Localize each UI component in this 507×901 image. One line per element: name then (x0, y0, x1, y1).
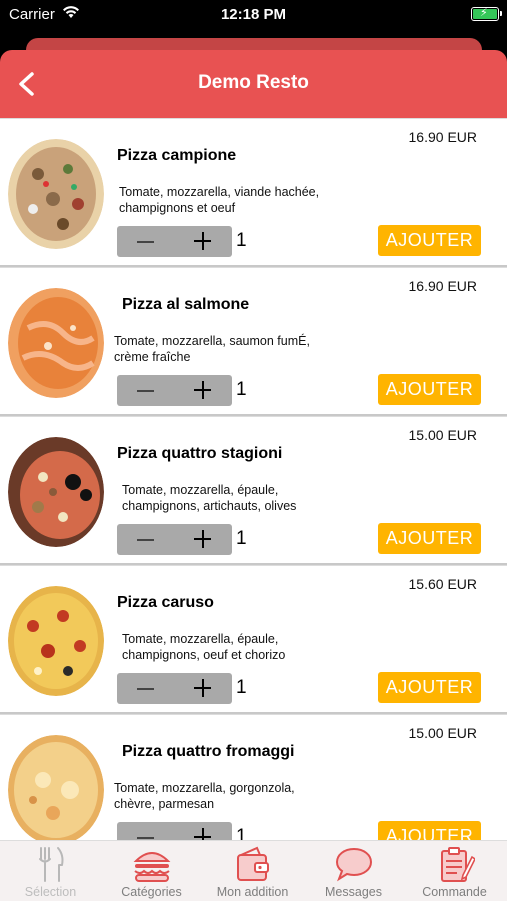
decrement-button[interactable] (117, 226, 174, 257)
increment-button[interactable] (175, 226, 232, 257)
list-item: Pizza quattro fromaggi Tomate, mozzarell… (0, 714, 507, 840)
quantity-stepper (117, 524, 232, 555)
tab-messages[interactable]: Messages (303, 841, 404, 901)
item-description: Tomate, mozzarella, épaule, champignons,… (122, 483, 297, 513)
quantity-stepper (117, 226, 232, 257)
quantity-value: 1 (236, 379, 247, 400)
product-list[interactable]: Pizza campione Tomate, mozzarella, viand… (0, 118, 507, 840)
increment-button[interactable] (175, 822, 232, 840)
add-button[interactable]: AJOUTER (378, 225, 481, 256)
tab-label: Commande (422, 885, 487, 899)
item-description: Tomate, mozzarella, épaule, champignons,… (122, 632, 286, 662)
chat-bubble-icon (334, 845, 374, 883)
pizza-image (8, 139, 104, 249)
burger-icon (132, 845, 172, 883)
decrement-button[interactable] (117, 524, 174, 555)
tab-categories[interactable]: Catégories (101, 841, 202, 901)
pizza-image (8, 735, 104, 840)
decrement-button[interactable] (117, 375, 174, 406)
item-name: Pizza caruso (117, 594, 214, 611)
tab-label: Messages (325, 885, 382, 899)
nav-header: Demo Resto (0, 50, 507, 118)
tab-label: Catégories (121, 885, 182, 899)
wallet-icon (233, 845, 273, 883)
item-price: 15.00 EUR (408, 725, 477, 741)
item-price: 16.90 EUR (408, 129, 477, 145)
item-name: Pizza campione (117, 147, 237, 164)
pizza-image (8, 288, 104, 398)
tab-mon-addition[interactable]: Mon addition (202, 841, 303, 901)
quantity-value: 1 (236, 528, 247, 549)
item-description: Tomate, mozzarella, gorgonzola, chèvre, … (114, 781, 295, 811)
increment-button[interactable] (175, 673, 232, 704)
list-item: Pizza caruso Tomate, mozzarella, épaule,… (0, 565, 507, 714)
quantity-value: 1 (236, 826, 247, 840)
item-price: 15.60 EUR (408, 576, 477, 592)
tab-bar: Sélection Catégories Mon addition Messag… (0, 840, 507, 901)
add-button[interactable]: AJOUTER (378, 821, 481, 840)
add-button[interactable]: AJOUTER (378, 374, 481, 405)
item-description: Tomate, mozzarella, saumon fumÉ, crème f… (114, 334, 310, 364)
add-button[interactable]: AJOUTER (378, 523, 481, 554)
page-title: Demo Resto (198, 72, 309, 93)
battery-icon: ⚡ (471, 7, 502, 21)
item-price: 15.00 EUR (408, 427, 477, 443)
item-name: Pizza quattro fromaggi (122, 743, 295, 760)
increment-button[interactable] (175, 524, 232, 555)
clock: 12:18 PM (220, 6, 287, 23)
tab-label: Mon addition (216, 885, 289, 899)
quantity-value: 1 (236, 677, 247, 698)
status-bar: Carrier 12:18 PM ⚡ (0, 0, 507, 30)
item-price: 16.90 EUR (408, 278, 477, 294)
add-button[interactable]: AJOUTER (378, 672, 481, 703)
list-item: Pizza al salmone Tomate, mozzarella, sau… (0, 267, 507, 416)
quantity-stepper (117, 673, 232, 704)
clipboard-icon (435, 845, 476, 883)
pizza-image (8, 437, 104, 547)
quantity-value: 1 (236, 230, 247, 251)
tab-label: Sélection (24, 885, 77, 899)
list-item: Pizza campione Tomate, mozzarella, viand… (0, 118, 507, 267)
tab-commande[interactable]: Commande (404, 841, 505, 901)
increment-button[interactable] (175, 375, 232, 406)
quantity-stepper (117, 822, 232, 840)
decrement-button[interactable] (117, 822, 174, 840)
pizza-image (8, 586, 104, 696)
fork-knife-icon (31, 845, 71, 883)
quantity-stepper (117, 375, 232, 406)
item-name: Pizza al salmone (122, 296, 250, 313)
list-item: Pizza quattro stagioni Tomate, mozzarell… (0, 416, 507, 565)
item-name: Pizza quattro stagioni (117, 445, 283, 462)
decrement-button[interactable] (117, 673, 174, 704)
item-description: Tomate, mozzarella, viande hachée, champ… (119, 185, 320, 215)
tab-selection[interactable]: Sélection (0, 841, 101, 901)
